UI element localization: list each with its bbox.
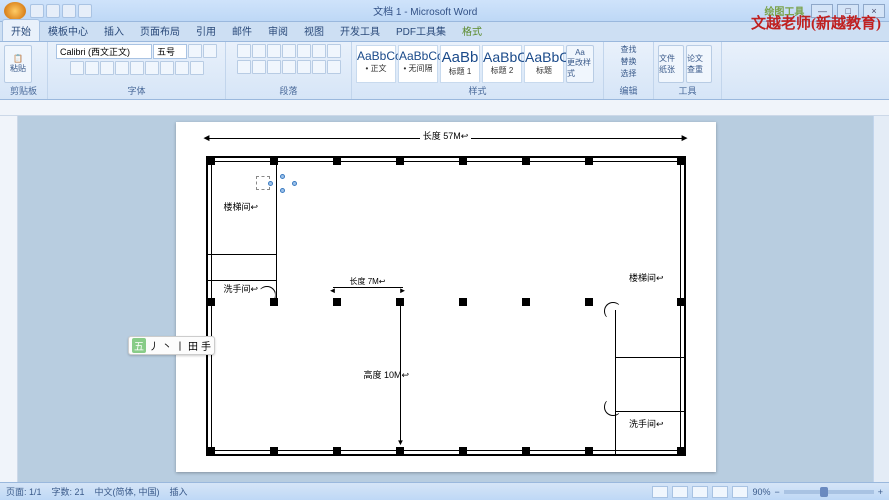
multilevel-icon[interactable] xyxy=(267,44,281,58)
shrink-font-icon[interactable] xyxy=(203,44,217,58)
status-insert[interactable]: 插入 xyxy=(170,485,188,498)
label-height: 高度 10M↩ xyxy=(364,368,410,381)
office-button[interactable] xyxy=(4,2,26,20)
tab-format[interactable]: 格式 xyxy=(454,20,490,41)
scrollbar-vertical[interactable] xyxy=(873,116,889,482)
superscript-icon[interactable] xyxy=(145,61,159,75)
tab-references[interactable]: 引用 xyxy=(188,20,224,41)
line-spacing-icon[interactable] xyxy=(297,60,311,74)
style-h2[interactable]: AaBbC标题 2 xyxy=(482,45,522,83)
find-button[interactable]: 查找 xyxy=(621,44,637,55)
window-title: 文档 1 - Microsoft Word xyxy=(92,3,758,18)
text-effect-icon[interactable] xyxy=(160,61,174,75)
outer-wall[interactable]: 楼梯间↩ 洗手间↩ 楼梯间↩ 洗手间↩ 长度 7M↩ ◄► xyxy=(206,156,686,456)
style-nospacing[interactable]: AaBbCcDd• 无间隔 xyxy=(398,45,438,83)
document-area[interactable]: ◄► 长度 57M↩ xyxy=(18,116,873,482)
indent-inc-icon[interactable] xyxy=(297,44,311,58)
label-wash-right: 洗手间↩ xyxy=(629,417,664,430)
ribbon: 📋粘贴 剪贴板 Calibri (西文正文) 五号 字体 xyxy=(0,42,889,100)
dimension-span: 长度 7M↩ ◄► xyxy=(333,276,403,288)
change-styles-button[interactable]: Aa更改样式 xyxy=(566,45,594,83)
style-title[interactable]: AaBbC标题 xyxy=(524,45,564,83)
status-words[interactable]: 字数: 21 xyxy=(52,485,85,498)
ime-mode-icon[interactable]: 五 xyxy=(132,338,146,353)
align-right-icon[interactable] xyxy=(267,60,281,74)
font-size-combo[interactable]: 五号 xyxy=(153,44,187,59)
tab-mail[interactable]: 邮件 xyxy=(224,20,260,41)
view-draft-icon[interactable] xyxy=(732,486,748,498)
view-outline-icon[interactable] xyxy=(712,486,728,498)
view-web-icon[interactable] xyxy=(692,486,708,498)
file-paper-button[interactable]: 文件 纸张 xyxy=(658,45,684,83)
strike-icon[interactable] xyxy=(115,61,129,75)
quick-access-toolbar xyxy=(30,4,92,18)
selection-handle[interactable] xyxy=(292,181,297,186)
tab-layout[interactable]: 页面布局 xyxy=(132,20,188,41)
indent-dec-icon[interactable] xyxy=(282,44,296,58)
tab-template[interactable]: 模板中心 xyxy=(40,20,96,41)
selection-handle[interactable] xyxy=(268,181,273,186)
group-styles-label: 样式 xyxy=(356,83,599,97)
styles-gallery[interactable]: AaBbCcDd• 正文 AaBbCcDd• 无间隔 AaBb标题 1 AaBb… xyxy=(356,44,599,83)
bullets-icon[interactable] xyxy=(237,44,251,58)
italic-icon[interactable] xyxy=(85,61,99,75)
font-color-icon[interactable] xyxy=(190,61,204,75)
tab-review[interactable]: 审阅 xyxy=(260,20,296,41)
qat-save-icon[interactable] xyxy=(30,4,44,18)
dimension-top: ◄► 长度 57M↩ xyxy=(206,132,686,145)
status-page[interactable]: 页面: 1/1 xyxy=(6,485,42,498)
paste-button[interactable]: 📋粘贴 xyxy=(4,45,32,83)
group-font-label: 字体 xyxy=(52,83,221,97)
group-tools-label: 工具 xyxy=(658,83,717,97)
tab-view[interactable]: 视图 xyxy=(296,20,332,41)
zoom-slider[interactable] xyxy=(784,490,874,494)
highlight-icon[interactable] xyxy=(175,61,189,75)
selection-handle[interactable] xyxy=(280,174,285,179)
paper-check-button[interactable]: 论文 查重 xyxy=(686,45,712,83)
tab-pdf[interactable]: PDF工具集 xyxy=(388,20,454,41)
tab-home[interactable]: 开始 xyxy=(2,19,40,41)
replace-button[interactable]: 替换 xyxy=(621,56,637,67)
shading-icon[interactable] xyxy=(312,60,326,74)
label-stair-left: 楼梯间↩ xyxy=(224,200,259,213)
selection-handle[interactable] xyxy=(280,188,285,193)
justify-icon[interactable] xyxy=(282,60,296,74)
ruler-vertical[interactable] xyxy=(0,116,18,482)
numbering-icon[interactable] xyxy=(252,44,266,58)
group-clipboard-label: 剪贴板 xyxy=(4,83,43,97)
group-para-label: 段落 xyxy=(230,83,347,97)
view-print-icon[interactable] xyxy=(652,486,668,498)
tab-dev[interactable]: 开发工具 xyxy=(332,20,388,41)
label-stair-right: 楼梯间↩ xyxy=(629,271,664,284)
view-read-icon[interactable] xyxy=(672,486,688,498)
borders-icon[interactable] xyxy=(327,60,341,74)
style-normal[interactable]: AaBbCcDd• 正文 xyxy=(356,45,396,83)
align-left-icon[interactable] xyxy=(237,60,251,74)
group-edit-label: 编辑 xyxy=(608,83,649,97)
show-marks-icon[interactable] xyxy=(327,44,341,58)
qat-undo-icon[interactable] xyxy=(46,4,60,18)
grow-font-icon[interactable] xyxy=(188,44,202,58)
qat-more-icon[interactable] xyxy=(78,4,92,18)
watermark-text: 文越老师(新越教育) xyxy=(751,12,881,33)
style-h1[interactable]: AaBb标题 1 xyxy=(440,45,480,83)
qat-redo-icon[interactable] xyxy=(62,4,76,18)
status-bar: 页面: 1/1 字数: 21 中文(简体, 中国) 插入 90% − + xyxy=(0,482,889,500)
underline-icon[interactable] xyxy=(100,61,114,75)
tab-insert[interactable]: 插入 xyxy=(96,20,132,41)
ruler-horizontal[interactable] xyxy=(0,100,889,116)
select-button[interactable]: 选择 xyxy=(621,68,637,79)
bold-icon[interactable] xyxy=(70,61,84,75)
subscript-icon[interactable] xyxy=(130,61,144,75)
status-lang[interactable]: 中文(简体, 中国) xyxy=(95,485,160,498)
align-center-icon[interactable] xyxy=(252,60,266,74)
zoom-out-button[interactable]: − xyxy=(774,487,779,497)
label-wash-left: 洗手间↩ xyxy=(224,282,259,295)
font-name-combo[interactable]: Calibri (西文正文) xyxy=(56,44,152,59)
sort-icon[interactable] xyxy=(312,44,326,58)
ime-toolbar[interactable]: 五 丿 丶 丨 田 手 xyxy=(128,336,215,355)
zoom-in-button[interactable]: + xyxy=(878,487,883,497)
page-canvas[interactable]: ◄► 长度 57M↩ xyxy=(176,122,716,472)
zoom-level[interactable]: 90% xyxy=(752,487,770,497)
